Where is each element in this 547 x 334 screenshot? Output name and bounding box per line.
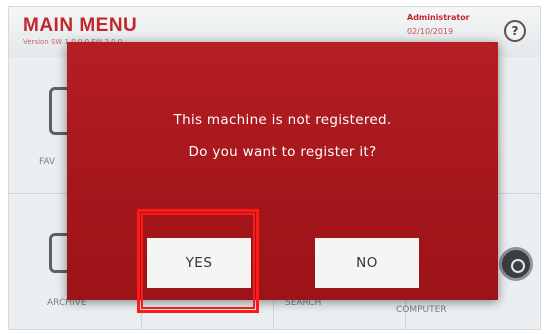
date-text: 02/10/2019 — [407, 27, 454, 36]
power-button[interactable] — [499, 247, 533, 281]
tile-label-computer: COMPUTER — [396, 305, 447, 315]
registration-dialog: This machine is not registered. Do you w… — [67, 42, 498, 300]
help-button[interactable]: ? — [504, 20, 526, 42]
page-title: MAIN MENU — [23, 15, 138, 36]
no-button[interactable]: NO — [315, 238, 419, 288]
dialog-question: Do you want to register it? — [188, 144, 377, 160]
highlight-box-inner — [141, 213, 255, 309]
dialog-message: This machine is not registered. — [173, 112, 392, 128]
tile-label-favorites: FAV — [39, 157, 56, 167]
user-name: Administrator — [407, 13, 470, 22]
